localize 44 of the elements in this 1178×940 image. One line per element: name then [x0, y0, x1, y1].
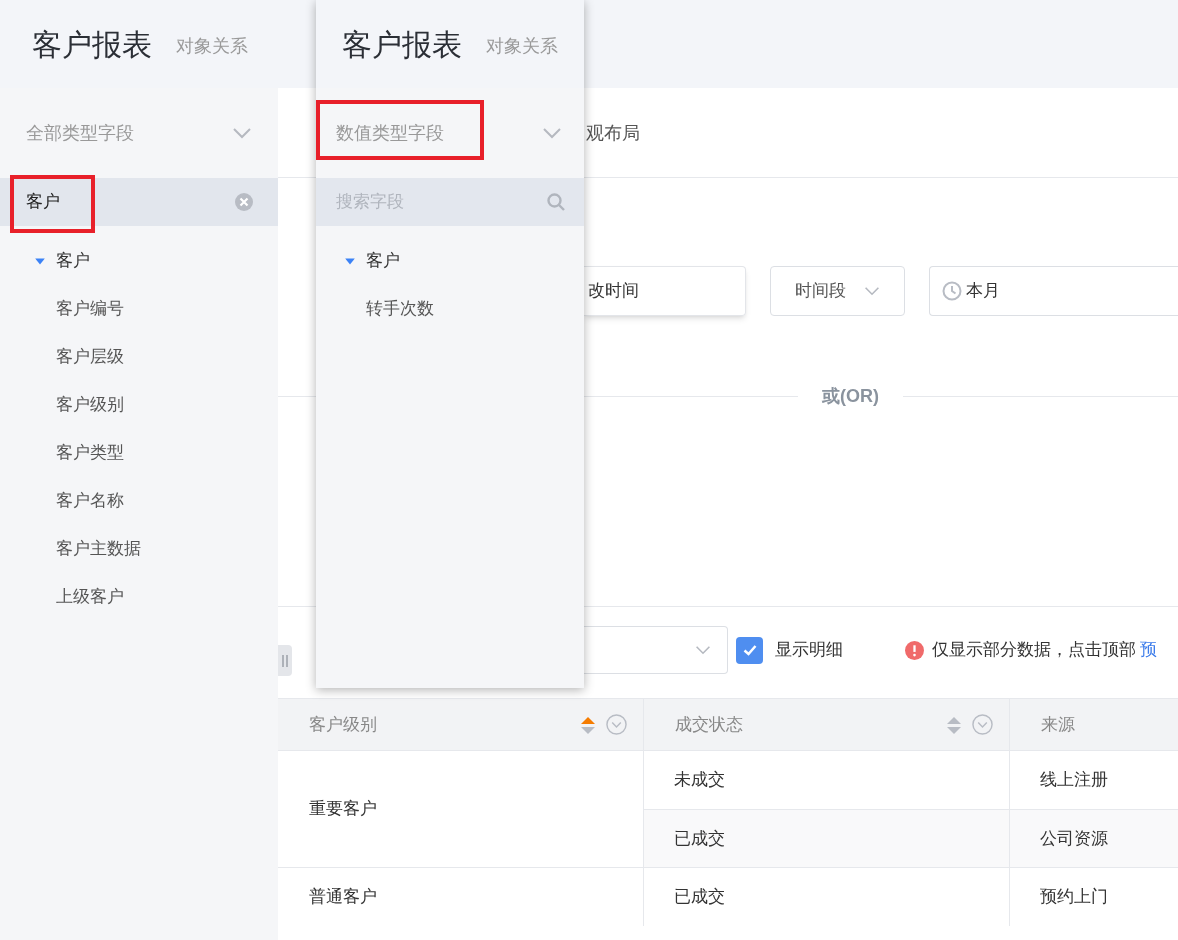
table-cell-text: 线上注册: [1040, 769, 1108, 792]
dropdown-circle-icon[interactable]: [606, 714, 627, 735]
drag-handle[interactable]: [278, 645, 292, 676]
chevron-down-icon: [232, 127, 252, 139]
tree-item[interactable]: 客户: [56, 248, 90, 274]
date-range-field[interactable]: 本月: [929, 266, 1178, 316]
notice-link[interactable]: 预: [1140, 637, 1157, 663]
search-field[interactable]: 客户: [0, 178, 278, 226]
period-select[interactable]: 时间段: [770, 266, 905, 316]
tree-item[interactable]: 转手次数: [366, 296, 434, 322]
clock-icon: [942, 281, 962, 301]
chevron-down-icon: [864, 286, 880, 296]
notice-text: 仅显示部分数据，点击顶部: [932, 639, 1136, 662]
tree-item[interactable]: 客户层级: [56, 344, 124, 370]
checkbox[interactable]: [736, 636, 763, 664]
chevron-down-icon: [542, 127, 562, 139]
table-cell-text: 公司资源: [1040, 827, 1108, 850]
table-cell-text: 已成交: [674, 827, 725, 850]
tree-item[interactable]: 客户主数据: [56, 536, 141, 562]
checkbox-label[interactable]: 显示明细: [775, 637, 843, 663]
page-title: 客户报表: [32, 26, 152, 63]
dropdown-circle-icon[interactable]: [972, 714, 993, 735]
sort-icon[interactable]: [580, 714, 596, 735]
tree-item[interactable]: 客户: [366, 248, 400, 274]
sort-icon[interactable]: [946, 714, 962, 735]
clear-icon[interactable]: [234, 192, 254, 212]
table-cell-text: 已成交: [674, 886, 725, 909]
check-icon: [741, 642, 758, 658]
tree-item[interactable]: 客户级别: [56, 392, 124, 418]
tree-item[interactable]: 客户名称: [56, 488, 124, 514]
grip-icon: [282, 654, 288, 667]
tree-item[interactable]: 客户编号: [56, 296, 124, 322]
tree-item[interactable]: 上级客户: [56, 584, 124, 610]
chevron-down-icon: [695, 645, 711, 655]
table-cell-text: 普通客户: [309, 886, 377, 909]
tab[interactable]: 观布局: [586, 118, 640, 147]
table-cell-text: 重要客户: [309, 798, 377, 821]
table-cell-text: 未成交: [674, 769, 725, 792]
tree-item[interactable]: 客户类型: [56, 440, 124, 466]
table-cell-text: 预约上门: [1040, 886, 1108, 909]
alert-icon: [905, 640, 924, 660]
or-divider-label: 或(OR): [821, 385, 880, 408]
search-icon[interactable]: [546, 192, 566, 212]
page-title: 客户报表: [342, 26, 462, 63]
